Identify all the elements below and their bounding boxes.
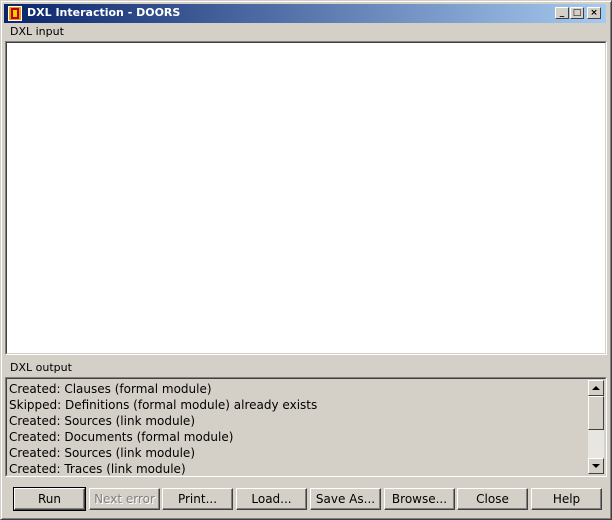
- next-error-button[interactable]: Next error: [89, 488, 160, 510]
- scroll-up-button[interactable]: [588, 380, 604, 396]
- scroll-down-button[interactable]: [588, 458, 604, 474]
- output-line: Created: Clauses (formal module): [9, 382, 212, 396]
- minimize-button[interactable]: _: [555, 7, 569, 19]
- browse-button[interactable]: Browse...: [384, 488, 455, 510]
- arrow-up-icon: [592, 386, 600, 390]
- title-bar[interactable]: DXL Interaction - DOORS _ □ ×: [4, 4, 606, 23]
- save-as-button[interactable]: Save As...: [310, 488, 381, 510]
- window-title: DXL Interaction - DOORS: [27, 6, 181, 19]
- help-button[interactable]: Help: [531, 488, 602, 510]
- close-window-button[interactable]: ×: [587, 7, 601, 19]
- maximize-button[interactable]: □: [570, 7, 584, 19]
- output-scrollbar[interactable]: [588, 380, 604, 474]
- scroll-thumb[interactable]: [588, 396, 604, 430]
- output-lines: Created: Clauses (formal module) Skipped…: [9, 381, 317, 477]
- dxl-input-text[interactable]: [6, 42, 606, 354]
- output-line: Skipped: Definitions (formal module) alr…: [9, 398, 318, 412]
- dxl-output-label: DXL output: [10, 361, 72, 374]
- output-line: Created: Documents (formal module): [9, 430, 234, 444]
- dxl-input-editor[interactable]: [5, 41, 607, 355]
- dxl-input-label: DXL input: [10, 25, 64, 38]
- output-line: Created: Traces (link module): [9, 462, 186, 476]
- dxl-interaction-window: DXL Interaction - DOORS _ □ × DXL input …: [0, 0, 612, 520]
- arrow-down-icon: [592, 464, 600, 468]
- output-line: Created: Sources (link module): [9, 414, 195, 428]
- load-button[interactable]: Load...: [236, 488, 307, 510]
- close-button[interactable]: Close: [457, 488, 528, 510]
- doors-app-icon: [7, 5, 23, 22]
- print-button[interactable]: Print...: [162, 488, 233, 510]
- dxl-output-panel[interactable]: Created: Clauses (formal module) Skipped…: [5, 377, 607, 477]
- run-button[interactable]: Run: [13, 487, 86, 511]
- output-line: Created: Sources (link module): [9, 446, 195, 460]
